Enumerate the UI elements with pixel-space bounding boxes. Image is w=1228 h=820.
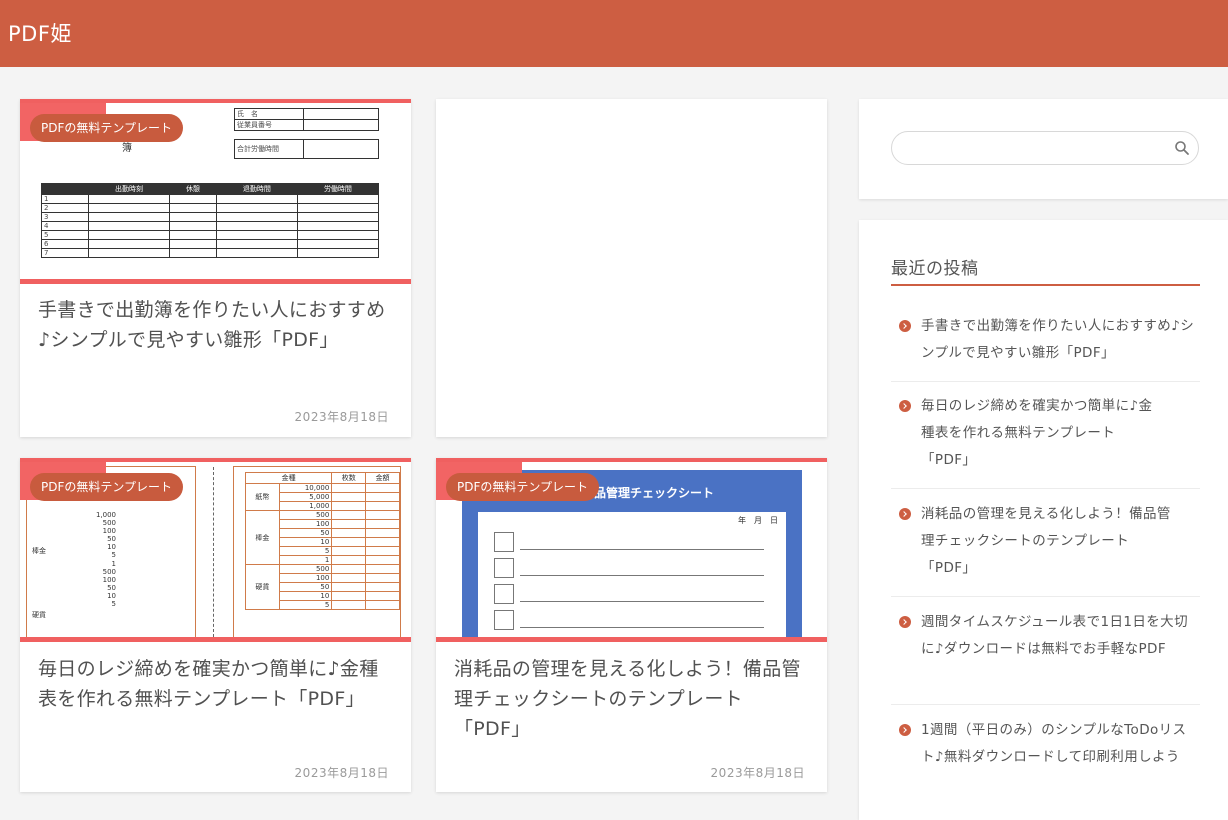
post-thumbnail[interactable]: PDFの無料テンプレート 品管理チェックシート 年 月 日 [436, 458, 827, 642]
post-card[interactable]: PDFの無料テンプレート 棒金 硬貨 1,000 500 100 50 10 5 1 500 1… [20, 458, 411, 792]
attendance-table: 出勤時刻 休憩 退勤時間 労働時間 1 2 3 4 5 6 7 [41, 183, 380, 258]
post-card[interactable]: PDFの無料テンプレート 簿 氏 名 従業員番号 合計労働時間 出勤時刻 休憩 退勤… [20, 99, 411, 437]
heading-underline [891, 284, 1200, 286]
row-number: 1 [41, 194, 89, 204]
site-title[interactable]: PDF姫 [8, 18, 72, 48]
recent-post-link[interactable]: 1週間（平日のみ）のシンプルなToDoリスト♪無料ダウンロードして印刷利用しよう [921, 717, 1193, 771]
denomination-table: 金種 枚数 金額 紙幣 10,000 5,000 1,000 棒金 500 100 50… [244, 472, 400, 610]
post-thumbnail[interactable]: PDFの無料テンプレート 棒金 硬貨 1,000 500 100 50 10 5 1 500 1… [20, 458, 411, 642]
recent-post-link[interactable]: 週間タイムスケジュール表で1日1日を大切に♪ダウンロードは無料でお手軽なPDF [921, 609, 1193, 663]
coins-label: 棒金 [245, 510, 280, 565]
post-title[interactable]: 消耗品の管理を見える化しよう！備品管理チェックシートのテンプレート「PDF」 [454, 654, 809, 744]
date-labels: 年 月 日 [738, 516, 778, 525]
post-thumbnail[interactable]: PDFの無料テンプレート 簿 氏 名 従業員番号 合計労働時間 出勤時刻 休憩 退勤… [20, 99, 411, 284]
recent-post-link[interactable]: 毎日のレジ締めを確実かつ簡単に♪金種表を作れる無料テンプレート「PDF」 [921, 393, 1161, 474]
hard-label-left: 硬貨 [32, 611, 46, 619]
post-date: 2023年8月18日 [710, 766, 805, 780]
recent-post-link[interactable]: 消耗品の管理を見える化しよう！備品管理チェックシートのテンプレート「PDF」 [921, 501, 1173, 582]
recent-posts-widget: 最近の投稿 手書きで出勤簿を作りたい人におすすめ♪シンプルで見やすい雛形「PDF… [859, 220, 1228, 820]
recent-post-item[interactable]: 週間タイムスケジュール表で1日1日を大切に♪ダウンロードは無料でお手軽なPDF [899, 609, 1199, 663]
check-row [494, 532, 514, 552]
post-date: 2023年8月18日 [294, 766, 389, 780]
row-number: 7 [41, 248, 89, 258]
check-row [494, 558, 514, 578]
hard-label: 硬貨 [245, 564, 280, 610]
check-line [520, 627, 764, 628]
chevron-right-icon [899, 724, 911, 736]
check-line [520, 575, 764, 576]
post-card[interactable]: PDFの無料テンプレート 品管理チェックシート 年 月 日 消耗品の管理を見える… [436, 458, 827, 792]
col-clock-in: 出勤時刻 [87, 183, 171, 195]
employee-no-label: 従業員番号 [234, 119, 304, 131]
row-number: 5 [41, 230, 89, 240]
col-clock-out: 退勤時間 [215, 183, 298, 195]
check-row [494, 610, 514, 630]
bills-label: 紙幣 [245, 483, 280, 511]
divider [891, 488, 1200, 489]
category-badge[interactable]: PDFの無料テンプレート [30, 473, 184, 501]
name-label: 氏 名 [234, 108, 304, 120]
divider [891, 381, 1200, 382]
row-number: 4 [41, 221, 89, 231]
col-break: 休憩 [169, 183, 217, 195]
category-badge[interactable]: PDFの無料テンプレート [446, 473, 600, 501]
post-card-empty [436, 99, 827, 437]
post-date: 2023年8月18日 [294, 410, 389, 424]
cut-line [213, 467, 214, 637]
search-widget [859, 99, 1228, 199]
category-badge[interactable]: PDFの無料テンプレート [30, 114, 184, 142]
post-title[interactable]: 毎日のレジ締めを確実かつ簡単に♪金種表を作れる無料テンプレート「PDF」 [38, 654, 393, 714]
total-hours-table: 合計労働時間 [234, 139, 379, 159]
left-values: 1,000 500 100 50 10 5 1 500 100 50 10 5 [95, 511, 116, 609]
employee-info-table: 氏 名 従業員番号 [234, 108, 379, 131]
chevron-right-icon [899, 508, 911, 520]
chevron-right-icon [899, 400, 911, 412]
col-hours: 労働時間 [296, 183, 380, 195]
check-line [520, 549, 764, 550]
row-number: 2 [41, 203, 89, 213]
checksheet-body: 年 月 日 [478, 512, 786, 637]
row-number: 6 [41, 239, 89, 249]
chevron-right-icon [899, 616, 911, 628]
col-count: 枚数 [331, 472, 367, 484]
recent-posts-heading: 最近の投稿 [891, 259, 979, 279]
check-row [494, 584, 514, 604]
search-icon[interactable] [1174, 140, 1190, 156]
col-denomination: 金種 [244, 472, 333, 484]
divider [891, 596, 1200, 597]
coin-label-left: 棒金 [32, 547, 46, 555]
check-line [520, 601, 764, 602]
search-input[interactable] [891, 131, 1199, 165]
col-amount: 金額 [365, 472, 400, 484]
row-number: 3 [41, 212, 89, 222]
checksheet-title: 品管理チェックシート [594, 486, 715, 500]
site-header: PDF姫 [0, 0, 1228, 67]
recent-post-link[interactable]: 手書きで出勤簿を作りたい人におすすめ♪シンプルで見やすい雛形「PDF」 [921, 313, 1199, 367]
chevron-right-icon [899, 320, 911, 332]
post-title[interactable]: 手書きで出勤簿を作りたい人におすすめ♪シンプルで見やすい雛形「PDF」 [38, 295, 393, 355]
recent-post-item[interactable]: 手書きで出勤簿を作りたい人におすすめ♪シンプルで見やすい雛形「PDF」 [899, 313, 1199, 367]
recent-post-item[interactable]: 消耗品の管理を見える化しよう！備品管理チェックシートのテンプレート「PDF」 [899, 501, 1199, 582]
total-hours-label: 合計労働時間 [234, 139, 304, 159]
divider [891, 704, 1200, 705]
recent-post-item[interactable]: 1週間（平日のみ）のシンプルなToDoリスト♪無料ダウンロードして印刷利用しよう [899, 717, 1199, 771]
recent-post-item[interactable]: 毎日のレジ締めを確実かつ簡単に♪金種表を作れる無料テンプレート「PDF」 [899, 393, 1199, 474]
